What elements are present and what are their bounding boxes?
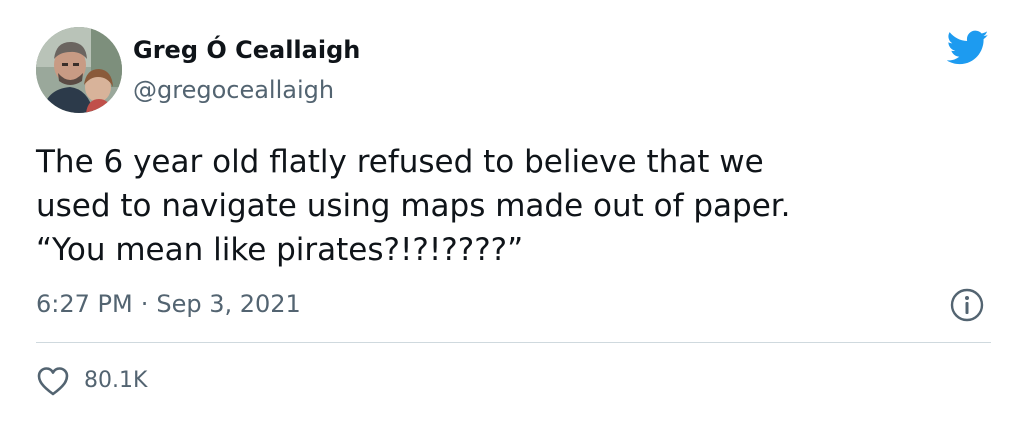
divider <box>36 342 991 343</box>
heart-outline-icon[interactable] <box>36 365 70 397</box>
tweet-card: Greg Ó Ceallaigh @gregoceallaigh The 6 y… <box>0 0 1024 421</box>
author-handle[interactable]: @gregoceallaigh <box>133 75 334 105</box>
like-count: 80.1K <box>84 368 148 393</box>
tweet-time[interactable]: 6:27 PM <box>36 290 133 318</box>
twitter-bird-icon[interactable] <box>947 29 989 67</box>
like-action[interactable]: 80.1K <box>36 363 147 399</box>
timestamp[interactable]: 6:27 PM · Sep 3, 2021 <box>36 289 301 319</box>
author-name[interactable]: Greg Ó Ceallaigh <box>133 35 360 65</box>
tweet-text: The 6 year old flatly refused to believe… <box>36 144 791 268</box>
timestamp-separator: · <box>140 290 149 318</box>
avatar-photo <box>36 27 122 113</box>
avatar[interactable] <box>36 27 122 113</box>
info-circle-icon[interactable] <box>949 287 985 323</box>
tweet-date[interactable]: Sep 3, 2021 <box>156 290 300 318</box>
